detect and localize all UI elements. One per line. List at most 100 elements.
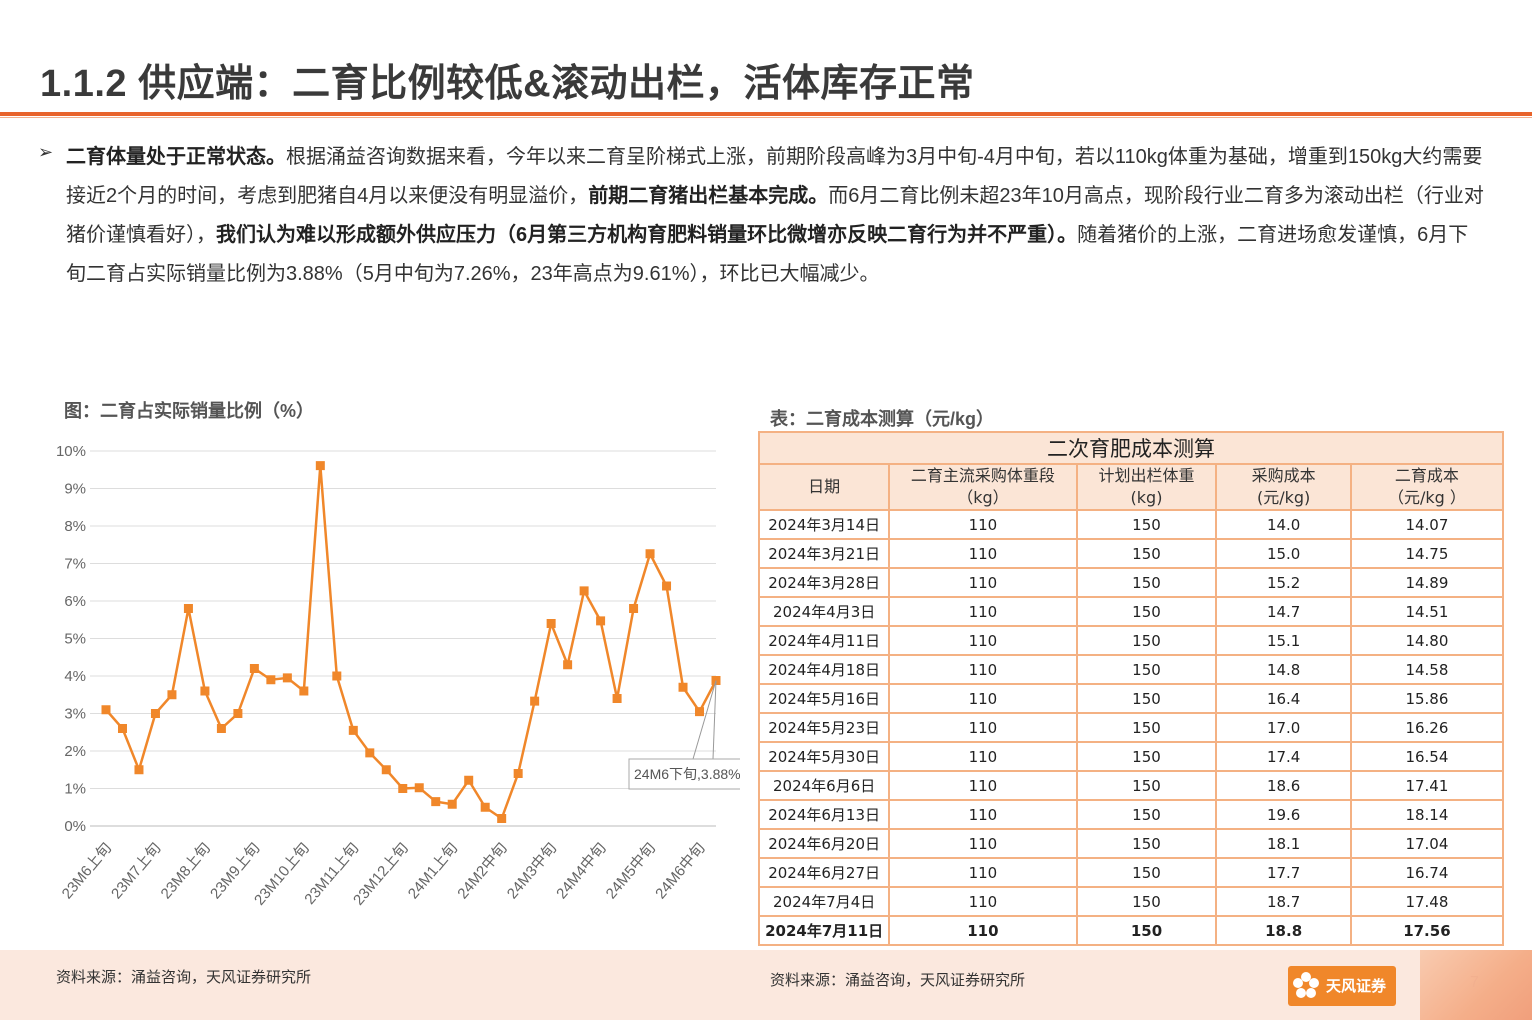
table-cell: 150: [1075, 741, 1218, 772]
data-point: [150, 709, 160, 718]
data-point: [612, 694, 622, 703]
x-tick-label: 23M8上旬: [158, 840, 214, 903]
table-cell: 2024年3月21日: [757, 538, 891, 569]
y-tick-label: 9%: [64, 481, 86, 498]
data-point: [563, 660, 573, 670]
y-tick-label: 10%: [56, 443, 86, 460]
table-cell: 2024年7月4日: [757, 886, 891, 917]
table-header-cell: 日期: [757, 463, 891, 511]
table-cell: 150: [1075, 596, 1218, 627]
figure-title: 图：二育占实际销量比例（%）: [64, 401, 315, 421]
x-tick-label: 24M5中旬: [603, 840, 659, 903]
table-row: 2024年4月18日 110 150 14.8 14.58: [757, 654, 1505, 685]
table-cell: 19.6: [1215, 799, 1352, 830]
chart-source: 资料来源：涌益咨询，天风证券研究所: [56, 969, 312, 986]
annotation-label: 24M6下旬,3.88%: [634, 766, 740, 782]
table-cell: 2024年6月27日: [757, 857, 891, 888]
table-caption: 二次育肥成本测算: [758, 431, 1504, 465]
y-tick-label: 7%: [64, 556, 86, 573]
table-cell: 14.7: [1215, 596, 1352, 627]
table-cell: 2024年5月23日: [757, 712, 891, 743]
table-cell: 150: [1075, 915, 1218, 946]
table-cell: 14.75: [1349, 538, 1505, 569]
table-cell: 2024年4月11日: [757, 625, 891, 656]
title-divider-thin: [0, 117, 1532, 118]
summary-paragraph: 二育体量处于正常状态。根据涌益咨询数据来看，今年以来二育呈阶梯式上涨，前期阶段高…: [66, 138, 1486, 294]
table-cell: 110: [888, 567, 1078, 598]
table-cell: 150: [1075, 538, 1218, 569]
table-row: 2024年7月4日 110 150 18.7 17.48: [757, 886, 1505, 917]
y-tick-label: 5%: [64, 631, 86, 648]
brand-name: 天风证券: [1326, 978, 1387, 995]
data-point: [678, 682, 688, 692]
table-body: 2024年3月14日 110 150 14.0 14.07 2024年3月21日 110 15…: [757, 509, 1505, 946]
data-point: [398, 784, 408, 793]
table-cell: 14.0: [1215, 509, 1352, 540]
table-cell: 110: [888, 509, 1078, 540]
table-cell: 18.14: [1349, 799, 1505, 830]
data-point: [497, 814, 507, 823]
table-cell: 2024年4月3日: [757, 596, 891, 627]
data-point: [134, 765, 144, 775]
chart-y-axis: 0% 1% 2% 3% 4% 5% 6% 7% 8% 9% 10%: [56, 443, 86, 835]
header-line-1: 采购成本: [1251, 466, 1316, 485]
table-cell: 110: [888, 741, 1078, 772]
page-number: 7: [1470, 974, 1479, 991]
data-point: [645, 549, 655, 559]
data-point: [233, 709, 243, 718]
table-cell: 18.1: [1215, 828, 1352, 859]
table-row: 2024年4月3日 110 150 14.7 14.51: [757, 596, 1505, 627]
table-row: 2024年3月28日 110 150 15.2 14.89: [757, 567, 1505, 598]
table-cell: 150: [1075, 799, 1218, 830]
data-point: [464, 775, 474, 785]
data-point: [101, 705, 111, 715]
table-row: 2024年5月16日 110 150 16.4 15.86: [757, 683, 1505, 714]
table-cell: 150: [1075, 886, 1218, 917]
data-point: [216, 724, 226, 733]
table-row: 2024年6月13日 110 150 19.6 18.14: [757, 799, 1505, 830]
chart-x-axis: 23M6上旬23M7上旬23M8上旬23M9上旬23M10上旬23M11上旬23…: [59, 840, 709, 909]
table-cell: 18.7: [1215, 886, 1352, 917]
table-cell: 15.2: [1215, 567, 1352, 598]
table-cell: 15.0: [1215, 538, 1352, 569]
table-row: 2024年5月23日 110 150 17.0 16.26: [757, 712, 1505, 743]
chart-annotation: 24M6下旬,3.88%: [628, 680, 740, 790]
table-cell: 17.41: [1349, 770, 1505, 801]
table-cell: 17.7: [1215, 857, 1352, 888]
y-tick-label: 0%: [64, 818, 86, 835]
table-cell: 150: [1075, 567, 1218, 598]
table-cell: 17.48: [1349, 886, 1505, 917]
header-line-1: 日期: [808, 477, 841, 496]
table-cell: 110: [888, 538, 1078, 569]
data-point: [348, 725, 358, 735]
table-header-cell: 计划出栏体重 (kg): [1075, 463, 1218, 511]
data-point: [480, 802, 490, 812]
header-line-1: 计划出栏体重: [1098, 466, 1195, 485]
data-point: [414, 783, 424, 793]
table-row: 2024年3月21日 110 150 15.0 14.75: [757, 538, 1505, 569]
table-cell: 14.89: [1349, 567, 1505, 598]
table-cell: 14.58: [1349, 654, 1505, 685]
table-cell: 18.6: [1215, 770, 1352, 801]
table-cell: 110: [888, 596, 1078, 627]
table-cell: 15.86: [1349, 683, 1505, 714]
table-cell: 110: [888, 799, 1078, 830]
table-cell: 110: [888, 712, 1078, 743]
table-cell: 110: [888, 886, 1078, 917]
data-point: [629, 604, 639, 613]
table-cell: 2024年3月14日: [757, 509, 891, 540]
title-divider: [0, 112, 1532, 116]
table-source: 资料来源：涌益咨询，天风证券研究所: [770, 972, 1026, 989]
series-line: [105, 465, 718, 821]
table-cell: 2024年6月20日: [757, 828, 891, 859]
para-bold-3: 我们认为难以形成额外供应压力（6月第三方机构育肥料销量环比微增亦反映二育行为并不…: [216, 224, 1078, 246]
table-cell: 17.04: [1349, 828, 1505, 859]
y-tick-label: 2%: [64, 743, 86, 760]
data-point: [530, 696, 540, 706]
annotation-leader-2: [712, 680, 717, 760]
table-cell: 150: [1075, 770, 1218, 801]
y-tick-label: 3%: [64, 706, 86, 723]
table-cell: 110: [888, 625, 1078, 656]
table-cell: 150: [1075, 509, 1218, 540]
data-point: [513, 769, 523, 778]
